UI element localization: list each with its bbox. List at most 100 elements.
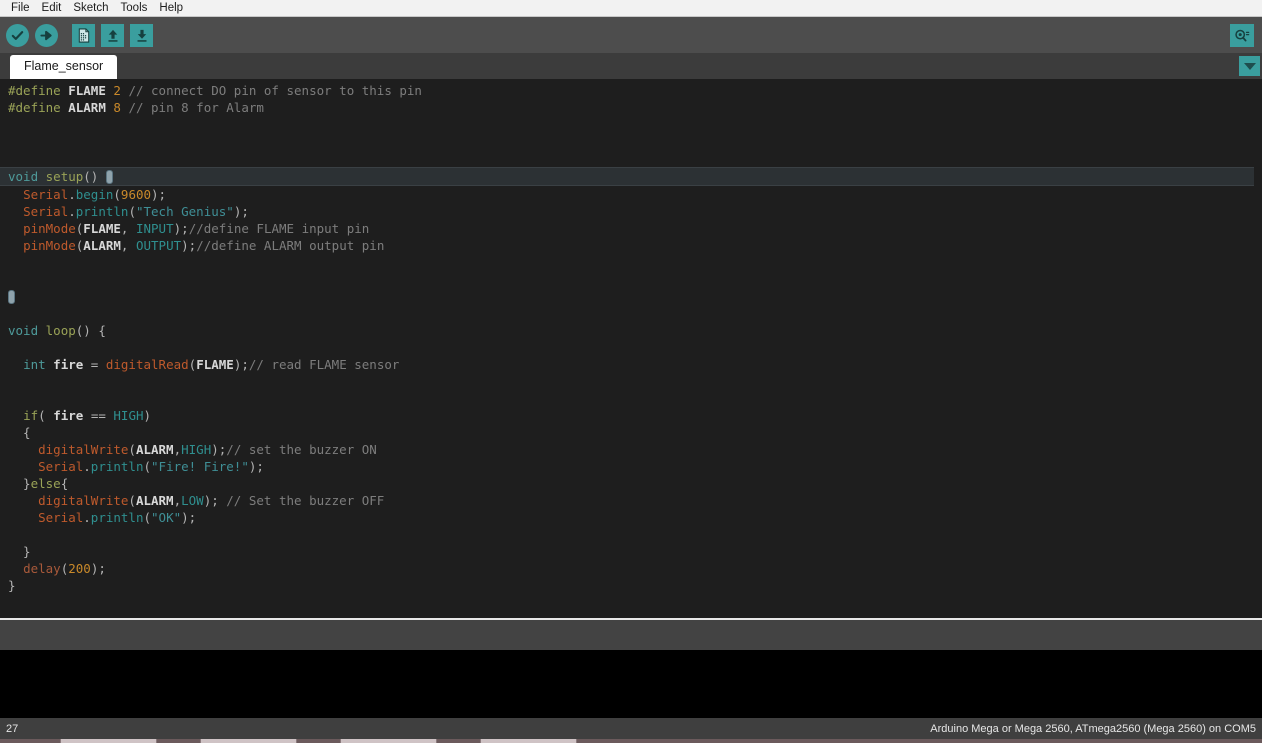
code-token: int xyxy=(23,357,46,372)
code-token: //define FLAME input pin xyxy=(188,221,370,236)
code-token: . xyxy=(68,204,76,219)
menu-item-help[interactable]: Help xyxy=(153,0,189,16)
board-info-label: Arduino Mega or Mega 2560, ATmega2560 (M… xyxy=(930,722,1256,735)
code-token: ( xyxy=(113,187,121,202)
code-token: ); xyxy=(151,187,167,202)
code-line[interactable] xyxy=(0,133,1262,150)
code-line[interactable]: if( fire == HIGH) xyxy=(0,407,1262,424)
code-token: digitalRead xyxy=(105,357,189,372)
code-line[interactable]: #define FLAME 2 // connect DO pin of sen… xyxy=(0,82,1262,99)
code-token: Serial xyxy=(38,510,84,525)
code-line[interactable] xyxy=(0,150,1262,167)
menu-item-edit[interactable]: Edit xyxy=(36,0,68,16)
code-line[interactable]: void loop() { xyxy=(0,322,1262,339)
code-token: ALARM xyxy=(83,238,121,253)
code-line[interactable] xyxy=(0,254,1262,271)
code-token: FLAME xyxy=(83,221,121,236)
console-output[interactable] xyxy=(0,650,1262,718)
cursor-line-number: 27 xyxy=(6,722,19,735)
code-token: ); xyxy=(90,561,106,576)
tab-flame-sensor[interactable]: Flame_sensor xyxy=(10,55,118,79)
code-line[interactable]: int fire = digitalRead(FLAME);// read FL… xyxy=(0,356,1262,373)
taskbar-strip xyxy=(0,739,1262,743)
code-token: #define xyxy=(8,100,69,115)
code-line[interactable]: Serial.println("OK"); xyxy=(0,509,1262,526)
upload-button[interactable] xyxy=(35,23,58,47)
code-line[interactable]: #define ALARM 8 // pin 8 for Alarm xyxy=(0,99,1262,116)
code-line[interactable]: pinMode(FLAME, INPUT);//define FLAME inp… xyxy=(0,220,1262,237)
code-line[interactable]: delay(200); xyxy=(0,560,1262,577)
code-token: . xyxy=(68,187,76,202)
code-token: ALARM xyxy=(68,100,106,115)
code-token: println xyxy=(90,510,144,525)
taskbar-tile[interactable] xyxy=(200,739,297,743)
code-token: () xyxy=(83,169,99,184)
code-token: "Tech Genius" xyxy=(135,204,234,219)
code-line[interactable] xyxy=(0,373,1262,390)
tab-menu-button[interactable] xyxy=(1239,56,1260,76)
code-line[interactable]: Serial.begin(9600); xyxy=(0,186,1262,203)
text-caret xyxy=(8,290,15,304)
code-line[interactable]: digitalWrite(ALARM,LOW); // Set the buzz… xyxy=(0,492,1262,509)
open-sketch-button[interactable] xyxy=(101,23,124,47)
code-line[interactable] xyxy=(0,288,1262,305)
save-sketch-button[interactable] xyxy=(130,23,153,47)
verify-button[interactable] xyxy=(6,23,29,47)
code-token: , xyxy=(120,221,136,236)
code-line[interactable]: }else{ xyxy=(0,475,1262,492)
arduino-ide-window: File Edit Sketch Tools Help Flame_sensor… xyxy=(0,0,1262,743)
code-line[interactable]: Serial.println("Tech Genius"); xyxy=(0,203,1262,220)
code-line[interactable] xyxy=(0,339,1262,356)
code-token: , xyxy=(173,493,182,508)
code-line[interactable]: } xyxy=(0,577,1262,594)
code-line[interactable]: pinMode(ALARM, OUTPUT);//define ALARM ou… xyxy=(0,237,1262,254)
code-line[interactable] xyxy=(0,390,1262,407)
code-line[interactable]: } xyxy=(0,543,1262,560)
code-token: if xyxy=(23,408,39,423)
code-line[interactable]: Serial.println("Fire! Fire!"); xyxy=(0,458,1262,475)
code-line[interactable] xyxy=(0,305,1262,322)
arrow-down-icon xyxy=(137,29,146,42)
code-token: pinMode xyxy=(23,238,76,253)
toolbar-primary-group xyxy=(6,23,58,47)
status-bar: 27 Arduino Mega or Mega 2560, ATmega2560… xyxy=(0,718,1262,739)
code-token: ); xyxy=(233,357,249,372)
code-token: ); xyxy=(181,510,197,525)
code-token: fire xyxy=(53,357,84,372)
code-editor[interactable]: #define FLAME 2 // connect DO pin of sen… xyxy=(0,79,1262,618)
toolbar xyxy=(0,17,1262,53)
menu-item-file[interactable]: File xyxy=(5,0,36,16)
taskbar-tile[interactable] xyxy=(340,739,437,743)
new-sketch-button[interactable] xyxy=(72,23,95,47)
code-token: // set the buzzer ON xyxy=(226,442,377,457)
code-line[interactable]: digitalWrite(ALARM,HIGH);// set the buzz… xyxy=(0,441,1262,458)
code-token: // read FLAME sensor xyxy=(248,357,400,372)
code-token: OUTPUT xyxy=(135,238,182,253)
code-line[interactable]: { xyxy=(0,424,1262,441)
code-line[interactable] xyxy=(0,271,1262,288)
message-bar xyxy=(0,618,1262,650)
menu-item-sketch[interactable]: Sketch xyxy=(67,0,114,16)
code-token: 9600 xyxy=(120,187,152,202)
code-line[interactable]: void setup() xyxy=(0,167,1254,186)
arrow-right-icon xyxy=(40,30,52,40)
code-token: 200 xyxy=(68,561,91,576)
code-token: } xyxy=(8,476,31,491)
code-token: FLAME xyxy=(68,83,106,98)
serial-monitor-icon xyxy=(1235,29,1250,41)
code-token: = xyxy=(83,357,106,372)
menu-item-tools[interactable]: Tools xyxy=(115,0,154,16)
taskbar-tile[interactable] xyxy=(60,739,157,743)
check-icon xyxy=(11,30,24,40)
taskbar-tile[interactable] xyxy=(480,739,577,743)
menu-bar: File Edit Sketch Tools Help xyxy=(0,0,1262,17)
code-line[interactable] xyxy=(0,526,1262,543)
code-line[interactable] xyxy=(0,116,1262,133)
code-token: ); xyxy=(203,493,227,508)
serial-monitor-button[interactable] xyxy=(1230,23,1254,47)
code-token: LOW xyxy=(181,493,204,508)
